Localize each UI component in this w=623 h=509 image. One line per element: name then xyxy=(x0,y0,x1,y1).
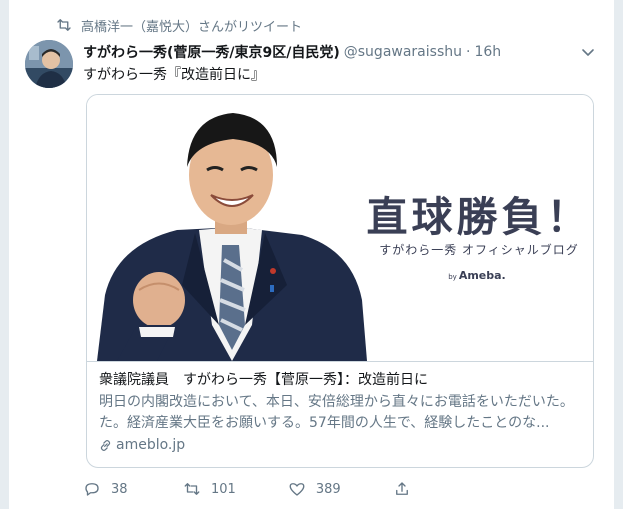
chevron-down-icon[interactable] xyxy=(580,44,596,60)
card-title[interactable]: 衆議院議員 すがわら一秀【菅原一秀】：改造前日に xyxy=(99,369,581,391)
like-button[interactable]: 389 xyxy=(288,480,341,498)
retweet-count: 101 xyxy=(211,481,236,497)
like-count: 389 xyxy=(315,481,341,497)
reply-icon xyxy=(85,483,99,496)
tweet-text: すがわら一秀『改造前日に』 xyxy=(83,67,265,83)
card-image[interactable]: 直球勝負！ すがわら一秀 オフィシャルブログ by Ameba. xyxy=(87,95,593,362)
share-button[interactable] xyxy=(393,480,421,498)
avatar[interactable] xyxy=(25,40,73,88)
card-domain[interactable]: ameblo.jp xyxy=(99,437,581,453)
blog-subtitle: すがわら一秀 オフィシャルブログ xyxy=(379,243,579,257)
ameba-logo: by Ameba. xyxy=(437,269,517,282)
card-description-line: 明日の内閣改造において、本日、安倍総理から直々にお電話をいただいた。 xyxy=(99,394,574,410)
retweet-icon xyxy=(184,483,200,495)
tweet-actions: 38 101 389 xyxy=(83,478,473,500)
timestamp[interactable]: 16h xyxy=(474,44,501,60)
link-icon xyxy=(100,439,111,451)
heart-icon xyxy=(289,483,305,496)
retweet-context-text[interactable]: 高橋洋一（嘉悦大）さんがリツイート xyxy=(81,16,302,35)
retweet-icon xyxy=(57,19,71,31)
retweet-context: 高橋洋一（嘉悦大）さんがリツイート xyxy=(55,15,302,35)
card-description: 明日の内閣改造において、本日、安倍総理から直々にお電話をいただいた。 た。経済産… xyxy=(99,392,581,434)
tweet-header: すがわら一秀(菅原一秀/東京9区/自民党) @sugawaraisshu · 1… xyxy=(83,42,596,62)
blog-title: 直球勝負！ xyxy=(366,193,592,241)
share-icon xyxy=(395,482,408,495)
tweet[interactable]: 高橋洋一（嘉悦大）さんがリツイート すがわら一秀(菅原一秀/東京9区/自民党) … xyxy=(8,0,615,509)
brand-by: by xyxy=(448,273,457,281)
card-body[interactable]: 衆議院議員 すがわら一秀【菅原一秀】：改造前日に 明日の内閣改造において、本日、… xyxy=(99,369,581,453)
retweet-button[interactable]: 101 xyxy=(183,480,236,498)
separator-dot: · xyxy=(466,44,471,60)
display-name[interactable]: すがわら一秀(菅原一秀/東京9区/自民党) xyxy=(83,42,340,62)
screen-name[interactable]: @sugawaraisshu xyxy=(344,44,462,60)
brand-name: Ameba. xyxy=(458,269,506,282)
card-domain-text[interactable]: ameblo.jp xyxy=(116,437,185,453)
link-card[interactable]: 直球勝負！ すがわら一秀 オフィシャルブログ by Ameba. 衆議院議員 すが… xyxy=(86,94,594,468)
reply-button[interactable]: 38 xyxy=(83,480,131,498)
card-description-line: た。経済産業大臣をお願いする。57年間の人生で、経験したことのな... xyxy=(99,415,550,431)
reply-count: 38 xyxy=(111,481,128,497)
avatar-image xyxy=(25,40,73,88)
